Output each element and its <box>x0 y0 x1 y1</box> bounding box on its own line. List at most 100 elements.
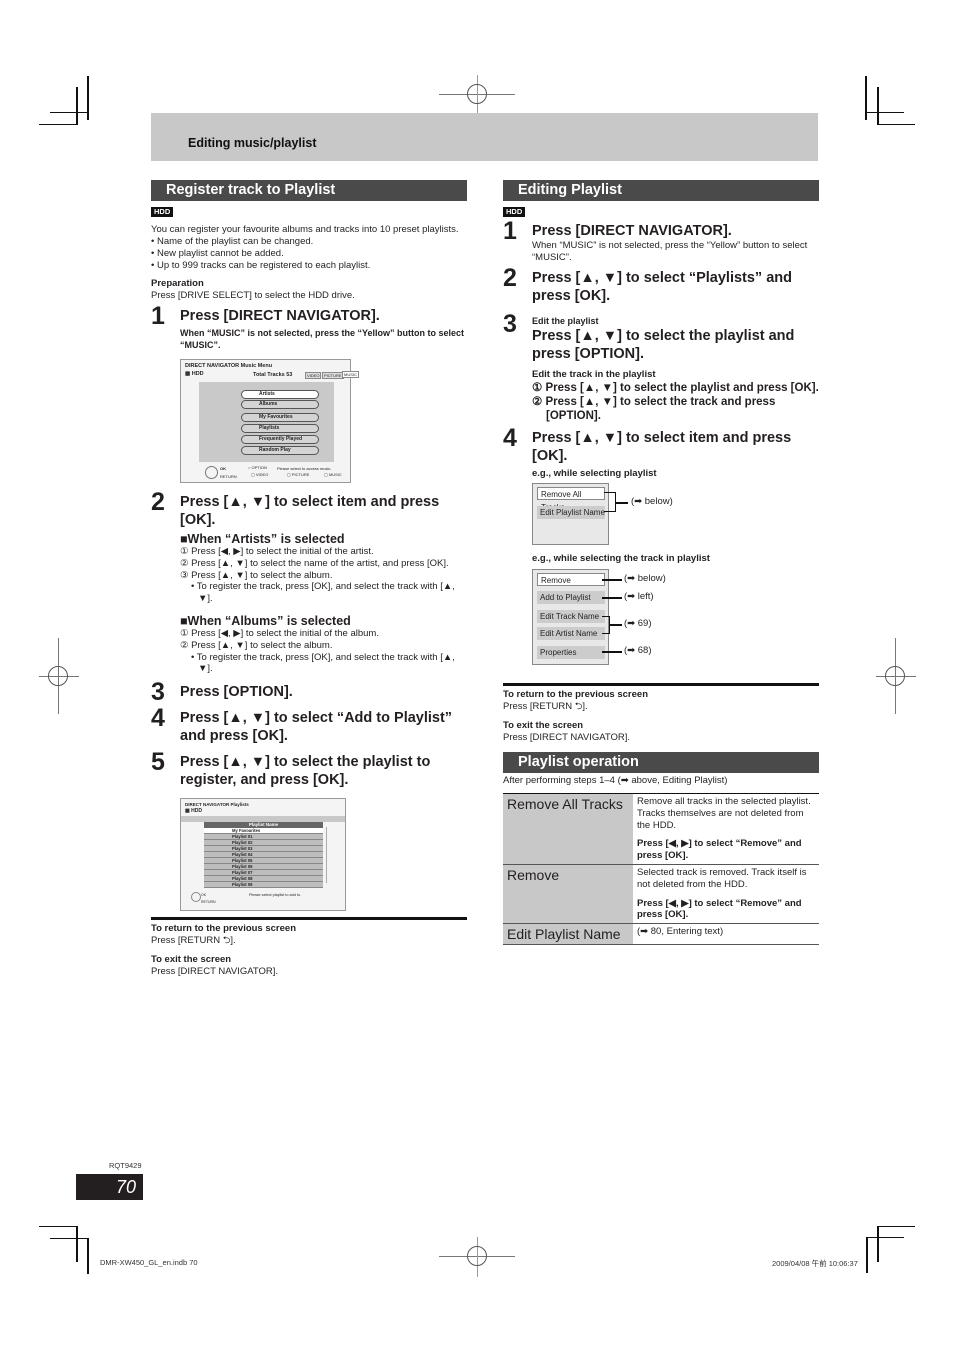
playlists-screen: DIRECT NAVIGATOR Playlists ▩ HDD Playlis… <box>180 798 346 912</box>
playlist-operation-title: Playlist operation <box>503 752 819 773</box>
option-edit-playlist-name[interactable]: Edit Playlist Name <box>537 506 605 519</box>
option-remove[interactable]: Remove <box>537 573 605 586</box>
register-track-section: Register track to Playlist HDD You can r… <box>151 180 467 978</box>
section-title: Register track to Playlist <box>151 180 467 201</box>
crop-mark <box>50 112 88 113</box>
crop-mark <box>866 112 904 113</box>
option-remove-all-tracks[interactable]: Remove All Tracks <box>537 487 605 512</box>
option-properties[interactable]: Properties <box>537 646 605 659</box>
registration-mark-right <box>876 638 916 714</box>
option-label: ○ OPTION <box>248 465 267 470</box>
video-button[interactable]: ▢ VIDEO <box>251 472 268 477</box>
step-5: 5 Press [▲, ▼] to select the playlist to… <box>151 748 467 912</box>
operation-action: Press [◀, ▶] to select “Remove” and pres… <box>637 838 802 862</box>
step-1: 1 Press [DIRECT NAVIGATOR]. When “MUSIC”… <box>151 302 467 483</box>
crop-mark <box>39 1226 77 1227</box>
artists-note: • To register the track, press [OK], and… <box>191 581 455 605</box>
music-menu-screen: DIRECT NAVIGATOR Music Menu ▩ HDD Total … <box>180 359 359 483</box>
crop-mark <box>76 1226 78 1262</box>
chapter-header: Editing music/playlist <box>151 113 818 161</box>
bullet: • Up to 999 tracks can be registered to … <box>151 260 371 271</box>
menu-random-play[interactable]: Random Play <box>241 446 319 455</box>
menu-playlists[interactable]: Playlists <box>241 424 319 433</box>
operation-name: Remove <box>503 864 633 925</box>
track-edit-label: Edit the track in the playlist <box>532 369 656 380</box>
crop-mark <box>877 1226 915 1227</box>
menu-artists[interactable]: Artists <box>241 390 319 399</box>
music-button[interactable]: ▢ MUSIC <box>324 472 342 477</box>
menu-albums[interactable]: Albums <box>241 400 319 409</box>
return-label: RETURN <box>201 900 216 905</box>
step-4: 4 Press [▲, ▼] to select item and press … <box>503 424 819 666</box>
drive-label: ▩ HDD <box>185 808 202 815</box>
table-row: Edit Playlist Name (➡ 80, Entering text) <box>503 923 819 946</box>
crop-mark <box>50 1238 88 1239</box>
step-2: 2 Press [▲, ▼] to select “Playlists” and… <box>503 264 819 305</box>
bullet: • Name of the playlist can be changed. <box>151 236 314 247</box>
step-number: 2 <box>151 488 165 516</box>
playlist-row[interactable]: Playlist 09 <box>204 882 323 889</box>
exit-text: Press [DIRECT NAVIGATOR]. <box>503 732 631 743</box>
step-heading: Press [▲, ▼] to select the playlist to r… <box>180 754 431 789</box>
step-number: 2 <box>503 264 517 292</box>
editing-playlist-section: Editing Playlist HDD 1 Press [DIRECT NAV… <box>503 180 819 946</box>
playlist-list: Playlist Name My Favourites Playlist 01 Pl… <box>204 822 323 889</box>
ok-label: OK <box>220 466 226 471</box>
step-number: 4 <box>503 424 517 452</box>
step-number: 1 <box>503 217 517 245</box>
artists-step: ① Press [◀, ▶] to select the initial of … <box>180 546 374 557</box>
crop-mark <box>87 76 89 120</box>
reference: (➡ below) <box>631 496 673 507</box>
remote-dpad-icon <box>191 892 201 903</box>
step-number: 1 <box>151 302 165 330</box>
step-number: 3 <box>151 678 165 707</box>
exit-text: Press [DIRECT NAVIGATOR]. <box>151 966 279 978</box>
step-note: When “MUSIC” is not selected, press the … <box>180 328 465 350</box>
chapter-title: Editing music/playlist <box>188 136 317 150</box>
return-heading: To return to the previous screen <box>151 923 296 935</box>
registration-mark-top <box>439 75 515 115</box>
bracket <box>604 492 616 512</box>
tab-picture[interactable]: PICTURE <box>322 372 344 379</box>
preparation-text: Press [DRIVE SELECT] to select the HDD d… <box>151 290 355 301</box>
hdd-badge: HDD <box>503 207 526 217</box>
option-add-to-playlist[interactable]: Add to Playlist <box>537 591 605 604</box>
step-1: 1 Press [DIRECT NAVIGATOR]. When “MUSIC”… <box>503 217 819 263</box>
total-tracks: Total Tracks 53 <box>253 372 293 378</box>
file-info: DMR-XW450_GL_en.indb 70 <box>100 1258 198 1267</box>
screen-title: DIRECT NAVIGATOR Music Menu <box>185 363 273 369</box>
picture-button[interactable]: ▢ PICTURE <box>287 472 309 477</box>
step-4: 4 Press [▲, ▼] to select “Add to Playlis… <box>151 706 467 745</box>
reference: (➡ 69) <box>624 618 652 629</box>
ops-intro: After performing steps 1–4 (➡ above, Edi… <box>503 775 728 786</box>
example-label: e.g., while selecting playlist <box>532 468 657 479</box>
artists-heading: ■When “Artists” is selected <box>180 532 345 546</box>
operation-action: Press [◀, ▶] to select “Remove” and pres… <box>637 897 802 921</box>
remote-dpad-icon <box>205 466 218 479</box>
print-timestamp: 2009/04/08 午前 10:06:37 <box>772 1259 858 1268</box>
artists-step: ② Press [▲, ▼] to select the name of the… <box>180 557 449 569</box>
crop-mark <box>39 124 77 125</box>
reference: (➡ left) <box>624 591 654 602</box>
step-heading: Press [▲, ▼] to select the playlist and … <box>532 328 795 362</box>
step-heading: Press [▲, ▼] to select “Playlists” and p… <box>532 270 792 304</box>
menu-my-favourites[interactable]: My Favourites <box>241 413 319 422</box>
playlist-option-example: Remove All Tracks Edit Playlist Name (➡ … <box>532 483 819 551</box>
option-edit-artist-name[interactable]: Edit Artist Name <box>537 627 605 640</box>
menu-frequently-played[interactable]: Frequently Played <box>241 435 319 444</box>
hdd-badge: HDD <box>151 207 174 217</box>
albums-step: ① Press [◀, ▶] to select the initial of … <box>180 627 379 639</box>
return-text: Press [RETURN ⮌]. <box>151 935 236 947</box>
tab-music[interactable]: MUSIC <box>342 371 359 378</box>
operation-name: Remove All Tracks <box>503 793 633 865</box>
crop-mark <box>877 1226 879 1262</box>
option-edit-track-name[interactable]: Edit Track Name <box>537 610 605 623</box>
step-2: 2 Press [▲, ▼] to select item and press … <box>151 488 467 675</box>
operation-description: Remove all tracks in the selected playli… <box>637 796 811 831</box>
step-heading: Press [▲, ▼] to select item and press [O… <box>180 494 440 528</box>
artists-step: ③ Press [▲, ▼] to select the album. <box>180 569 333 581</box>
exit-heading: To exit the screen <box>503 720 584 731</box>
step-number: 5 <box>151 748 165 777</box>
scrollbar[interactable] <box>326 827 327 884</box>
tab-video[interactable]: VIDEO <box>305 372 322 379</box>
